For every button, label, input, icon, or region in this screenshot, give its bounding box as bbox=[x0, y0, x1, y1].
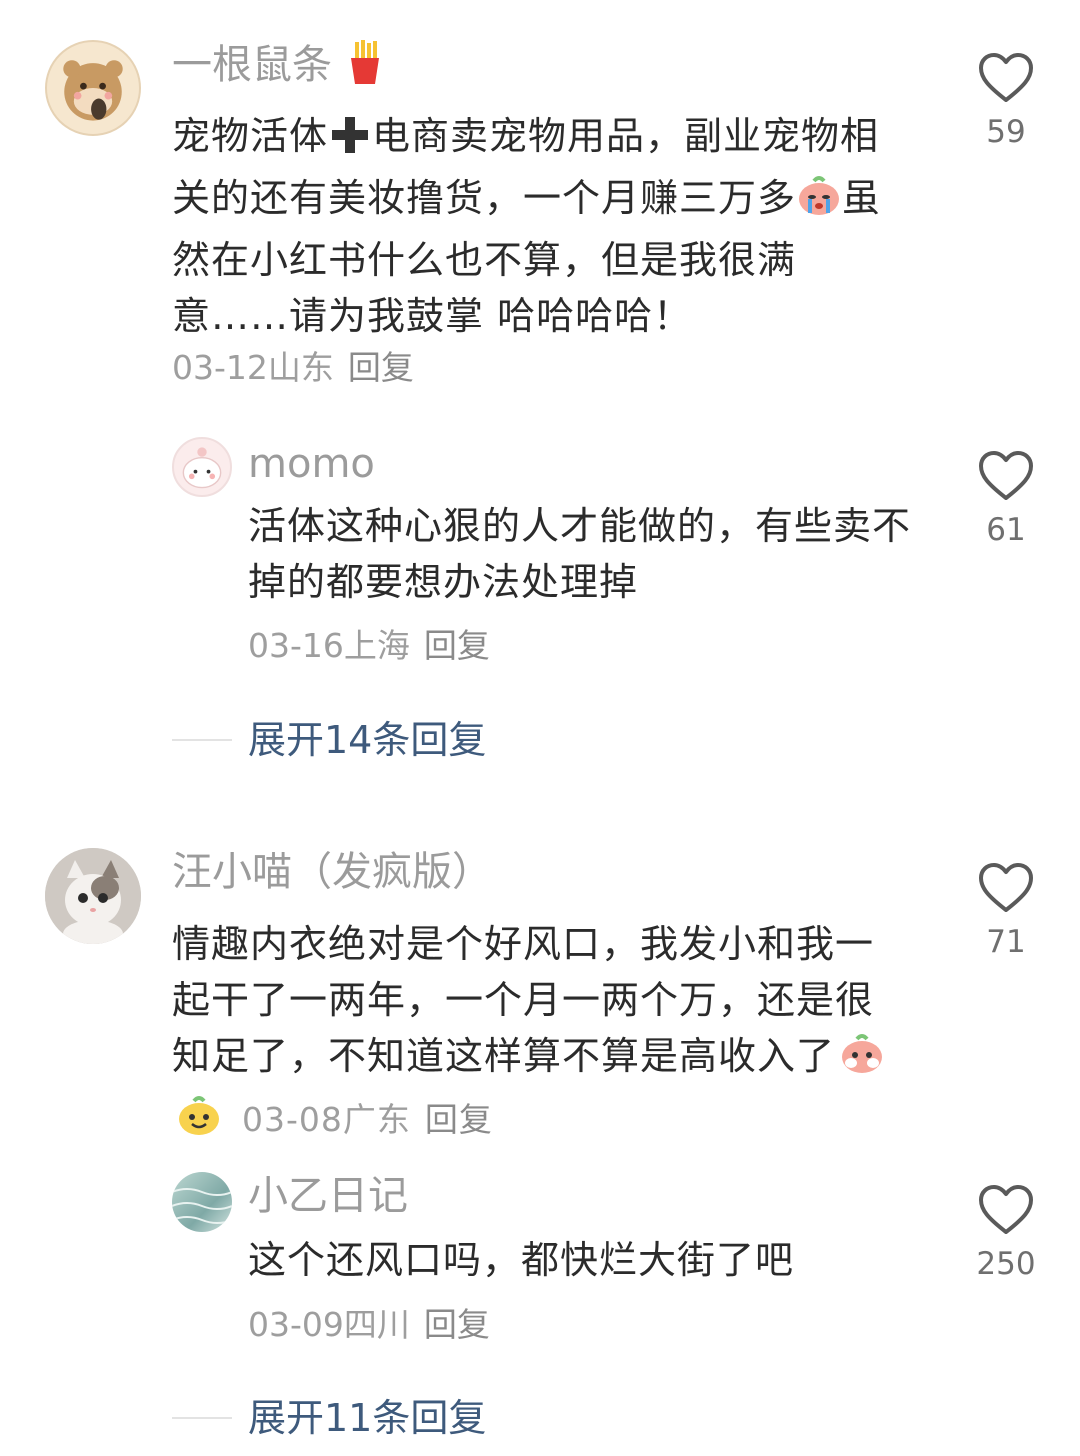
comment-date: 03-08 bbox=[242, 1100, 343, 1139]
reply-button[interactable]: 回复 bbox=[348, 348, 414, 387]
reply-text: 活体这种心狠的人才能做的，有些卖不掉的都要想办法处理掉 bbox=[248, 504, 912, 604]
reply-button[interactable]: 回复 bbox=[425, 1100, 493, 1139]
heart-icon bbox=[979, 53, 1033, 102]
expand-replies-button[interactable]: 展开14条回复 bbox=[248, 718, 486, 762]
username[interactable]: momo bbox=[248, 440, 375, 488]
plus-icon bbox=[328, 114, 372, 170]
heart-icon bbox=[979, 451, 1033, 500]
comment-text: 情趣内衣绝对是个好风口，我发小和我一起干了一两年，一个月一两个万，还是很知足了，… bbox=[172, 916, 902, 1152]
expand-replies-button[interactable]: 展开11条回复 bbox=[248, 1396, 486, 1440]
reply-date: 03-09 bbox=[248, 1305, 344, 1344]
smile-emoji-icon bbox=[176, 1093, 222, 1152]
username[interactable]: 小乙日记 bbox=[248, 1172, 408, 1220]
hamster-avatar-icon bbox=[63, 60, 123, 121]
like-button[interactable]: 61 bbox=[976, 450, 1036, 548]
reply-button[interactable]: 回复 bbox=[424, 1305, 490, 1344]
comment-date: 03-12 bbox=[172, 348, 268, 387]
username-label: 一根鼠条 bbox=[172, 42, 332, 88]
like-count: 59 bbox=[986, 114, 1026, 150]
water-avatar-icon bbox=[172, 1188, 232, 1224]
reply-location: 四川 bbox=[343, 1305, 410, 1344]
divider-line bbox=[172, 1417, 232, 1419]
like-count: 61 bbox=[986, 512, 1026, 548]
kitten-avatar-icon bbox=[45, 848, 141, 944]
comment-location: 广东 bbox=[342, 1100, 411, 1139]
comment-meta: 03-12山东 回复 bbox=[172, 348, 414, 388]
reply-date: 03-16 bbox=[248, 626, 344, 665]
shy-emoji-icon bbox=[839, 1031, 885, 1090]
like-button[interactable]: 71 bbox=[976, 862, 1036, 960]
like-button[interactable]: 250 bbox=[976, 1184, 1036, 1282]
avatar[interactable] bbox=[45, 848, 141, 944]
cute-character-avatar-icon bbox=[182, 447, 222, 489]
comment-text-body: 情趣内衣绝对是个好风口，我发小和我一起干了一两年，一个月一两个万，还是很知足了，… bbox=[172, 922, 875, 1078]
username[interactable]: 一根鼠条 bbox=[172, 40, 385, 95]
reply-location: 上海 bbox=[343, 626, 410, 665]
reply-meta: 03-16上海 回复 bbox=[248, 626, 490, 666]
heart-icon bbox=[979, 863, 1033, 912]
crying-emoji-icon bbox=[796, 175, 842, 232]
avatar[interactable] bbox=[172, 437, 232, 497]
username[interactable]: 汪小喵（发疯版） bbox=[172, 848, 492, 896]
reply-button[interactable]: 回复 bbox=[424, 626, 490, 665]
heart-icon bbox=[979, 1185, 1033, 1234]
reply-meta: 03-09四川 回复 bbox=[248, 1305, 490, 1345]
comment-location: 山东 bbox=[267, 348, 334, 387]
divider-line bbox=[172, 739, 232, 741]
comment-text: 宠物活体 电商卖宠物用品，副业宠物相关的还有美妆撸货，一个月赚三万多 虽然在小红书什… bbox=[172, 108, 902, 344]
fries-emoji-icon bbox=[345, 40, 385, 95]
like-button[interactable]: 59 bbox=[976, 52, 1036, 150]
comment-meta: 03-08广东 回复 bbox=[242, 1100, 493, 1139]
like-count: 71 bbox=[986, 924, 1026, 960]
comment-text-part: 宠物活体 bbox=[172, 114, 329, 158]
avatar[interactable] bbox=[45, 40, 141, 136]
reply-text: 这个还风口吗，都快烂大街了吧 bbox=[248, 1238, 795, 1282]
avatar[interactable] bbox=[172, 1172, 232, 1232]
like-count: 250 bbox=[976, 1246, 1036, 1282]
